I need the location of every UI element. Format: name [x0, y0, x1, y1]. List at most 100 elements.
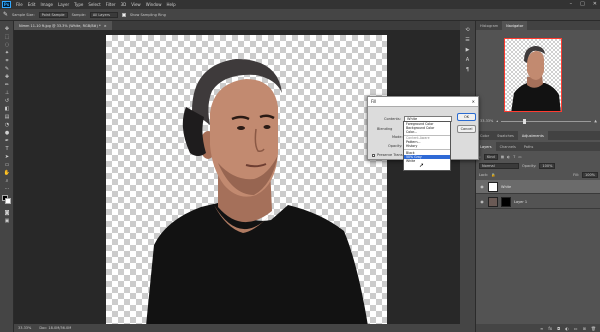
quick-select-tool-icon[interactable]: ✦: [3, 49, 11, 56]
zoom-slider[interactable]: [501, 118, 592, 124]
shape-tool-icon[interactable]: ▭: [3, 161, 11, 168]
layers-bottom-bar: ∞ fx ◘ ◐ ▭ ⊞ 🗑: [476, 324, 600, 332]
maximize-button[interactable]: □: [580, 1, 585, 7]
menu-image[interactable]: Image: [40, 2, 53, 7]
navigator-zoom-value[interactable]: 33.33%: [480, 119, 493, 123]
fx-icon[interactable]: fx: [548, 326, 552, 331]
link-layers-icon[interactable]: ∞: [540, 326, 543, 331]
marquee-tool-icon[interactable]: ⬚: [3, 33, 11, 40]
eraser-tool-icon[interactable]: ◧: [3, 105, 11, 112]
screen-mode-icon[interactable]: ▣: [3, 217, 11, 224]
gradient-tool-icon[interactable]: ▤: [3, 113, 11, 120]
layer-row-layer-1[interactable]: ◉ Layer 1: [476, 195, 600, 209]
healing-tool-icon[interactable]: ✚: [3, 73, 11, 80]
tab-channels[interactable]: Channels: [496, 142, 520, 151]
actions-icon[interactable]: ▶: [464, 47, 471, 53]
dodge-tool-icon[interactable]: ●: [3, 129, 11, 136]
status-zoom[interactable]: 33.33%: [18, 326, 31, 330]
delete-layer-icon[interactable]: 🗑: [591, 326, 596, 331]
tab-adjustments[interactable]: Adjustments: [517, 131, 548, 140]
type-tool-icon[interactable]: T: [3, 145, 11, 152]
stamp-tool-icon[interactable]: ⊥: [3, 89, 11, 96]
menu-type[interactable]: Type: [74, 2, 83, 7]
eyedropper-tool-icon[interactable]: ✎: [3, 65, 11, 72]
filter-shape-icon[interactable]: ▭: [518, 155, 521, 159]
zoom-slider-thumb[interactable]: [523, 118, 527, 124]
history-brush-icon[interactable]: ↺: [3, 97, 11, 104]
filter-adjust-icon[interactable]: ◐: [507, 155, 510, 159]
opacity-input[interactable]: 100%: [539, 162, 556, 169]
option-history[interactable]: History: [404, 144, 450, 148]
navigator-preview[interactable]: [504, 38, 562, 112]
path-select-icon[interactable]: ➤: [3, 153, 11, 160]
menu-3d[interactable]: 3D: [121, 2, 127, 7]
eyedropper-icon[interactable]: ✎: [3, 11, 8, 18]
menu-layer[interactable]: Layer: [58, 2, 69, 7]
layer-name[interactable]: White: [501, 185, 511, 189]
filter-type-icon[interactable]: T: [513, 155, 515, 159]
mode-label: Mode:: [392, 135, 403, 139]
status-doc-info: Doc: 18.0M/36.0M: [39, 326, 72, 330]
lasso-tool-icon[interactable]: ◌: [3, 41, 11, 48]
new-layer-icon[interactable]: ⊞: [583, 326, 586, 331]
filter-pixel-icon[interactable]: ▦: [501, 155, 504, 159]
tab-histogram[interactable]: Histogram: [476, 21, 502, 30]
layer-row-white[interactable]: ◉ White: [476, 180, 600, 194]
close-button[interactable]: ✕: [593, 1, 597, 7]
tab-swatches[interactable]: Swatches: [493, 131, 518, 140]
hand-tool-icon[interactable]: ✋: [3, 169, 11, 176]
menu-filter[interactable]: Filter: [106, 2, 116, 7]
canvas-workspace[interactable]: [14, 30, 460, 326]
cancel-button[interactable]: Cancel: [457, 125, 476, 133]
sample-size-label: Sample Size:: [12, 12, 35, 17]
pen-tool-icon[interactable]: ✒: [3, 137, 11, 144]
tab-paths[interactable]: Paths: [520, 142, 538, 151]
menu-window[interactable]: Window: [146, 2, 162, 7]
lock-icon[interactable]: 🔒: [491, 173, 495, 177]
menu-help[interactable]: Help: [166, 2, 175, 7]
menu-file[interactable]: File: [16, 2, 23, 7]
blend-mode-select[interactable]: Normal: [479, 162, 519, 169]
zoom-in-icon[interactable]: ▲: [594, 119, 597, 123]
properties-icon[interactable]: ☰: [464, 37, 471, 43]
sample-size-select[interactable]: Point Sample: [38, 11, 68, 18]
option-white[interactable]: White: [404, 159, 450, 163]
brush-tool-icon[interactable]: ✏: [3, 81, 11, 88]
visibility-eye-icon[interactable]: ◉: [479, 199, 485, 204]
new-group-icon[interactable]: ▭: [574, 326, 578, 331]
layer-name[interactable]: Layer 1: [514, 200, 527, 204]
show-ring-label: Show Sampling Ring: [129, 12, 166, 17]
menu-select[interactable]: Select: [88, 2, 100, 7]
menu-view[interactable]: View: [131, 2, 141, 7]
fill-input[interactable]: 100%: [581, 171, 598, 178]
adjustment-layer-icon[interactable]: ◐: [565, 326, 569, 331]
close-tab-icon[interactable]: ×: [104, 24, 107, 28]
filter-icon: ⌕: [479, 154, 481, 159]
paragraph-icon[interactable]: ¶: [464, 67, 471, 73]
option-color[interactable]: Color...: [404, 130, 450, 134]
document-canvas[interactable]: [106, 35, 387, 326]
blur-tool-icon[interactable]: ◔: [3, 121, 11, 128]
visibility-eye-icon[interactable]: ◉: [479, 184, 485, 189]
tab-navigator[interactable]: Navigator: [502, 21, 528, 30]
sample-select[interactable]: All Layers: [89, 11, 118, 18]
character-icon[interactable]: A: [464, 57, 471, 63]
zoom-tool-icon[interactable]: ⌕: [3, 177, 11, 184]
dialog-close-icon[interactable]: ✕: [472, 99, 475, 104]
show-ring-checkbox[interactable]: [121, 12, 126, 17]
history-icon[interactable]: ⟲: [464, 27, 471, 33]
preserve-checkbox[interactable]: [372, 153, 375, 157]
menu-edit[interactable]: Edit: [28, 2, 36, 7]
add-mask-icon[interactable]: ◘: [557, 326, 560, 331]
crop-tool-icon[interactable]: ⌗: [3, 57, 11, 64]
background-color-swatch[interactable]: [5, 198, 11, 204]
move-tool-icon[interactable]: ✥: [3, 25, 11, 32]
document-tab[interactable]: Nimm 11-10 ft.jpg @ 33.3% (White, RGB/8#…: [14, 21, 112, 30]
kind-select[interactable]: Kind: [483, 153, 498, 160]
minimize-button[interactable]: –: [570, 1, 573, 7]
zoom-out-icon[interactable]: ▴: [496, 119, 498, 123]
quick-mask-icon[interactable]: ◙: [3, 209, 11, 216]
status-bar: 33.33% Doc: 18.0M/36.0M: [14, 324, 460, 332]
more-tools-icon[interactable]: ⋯: [3, 185, 11, 192]
ok-button[interactable]: OK: [457, 113, 476, 121]
